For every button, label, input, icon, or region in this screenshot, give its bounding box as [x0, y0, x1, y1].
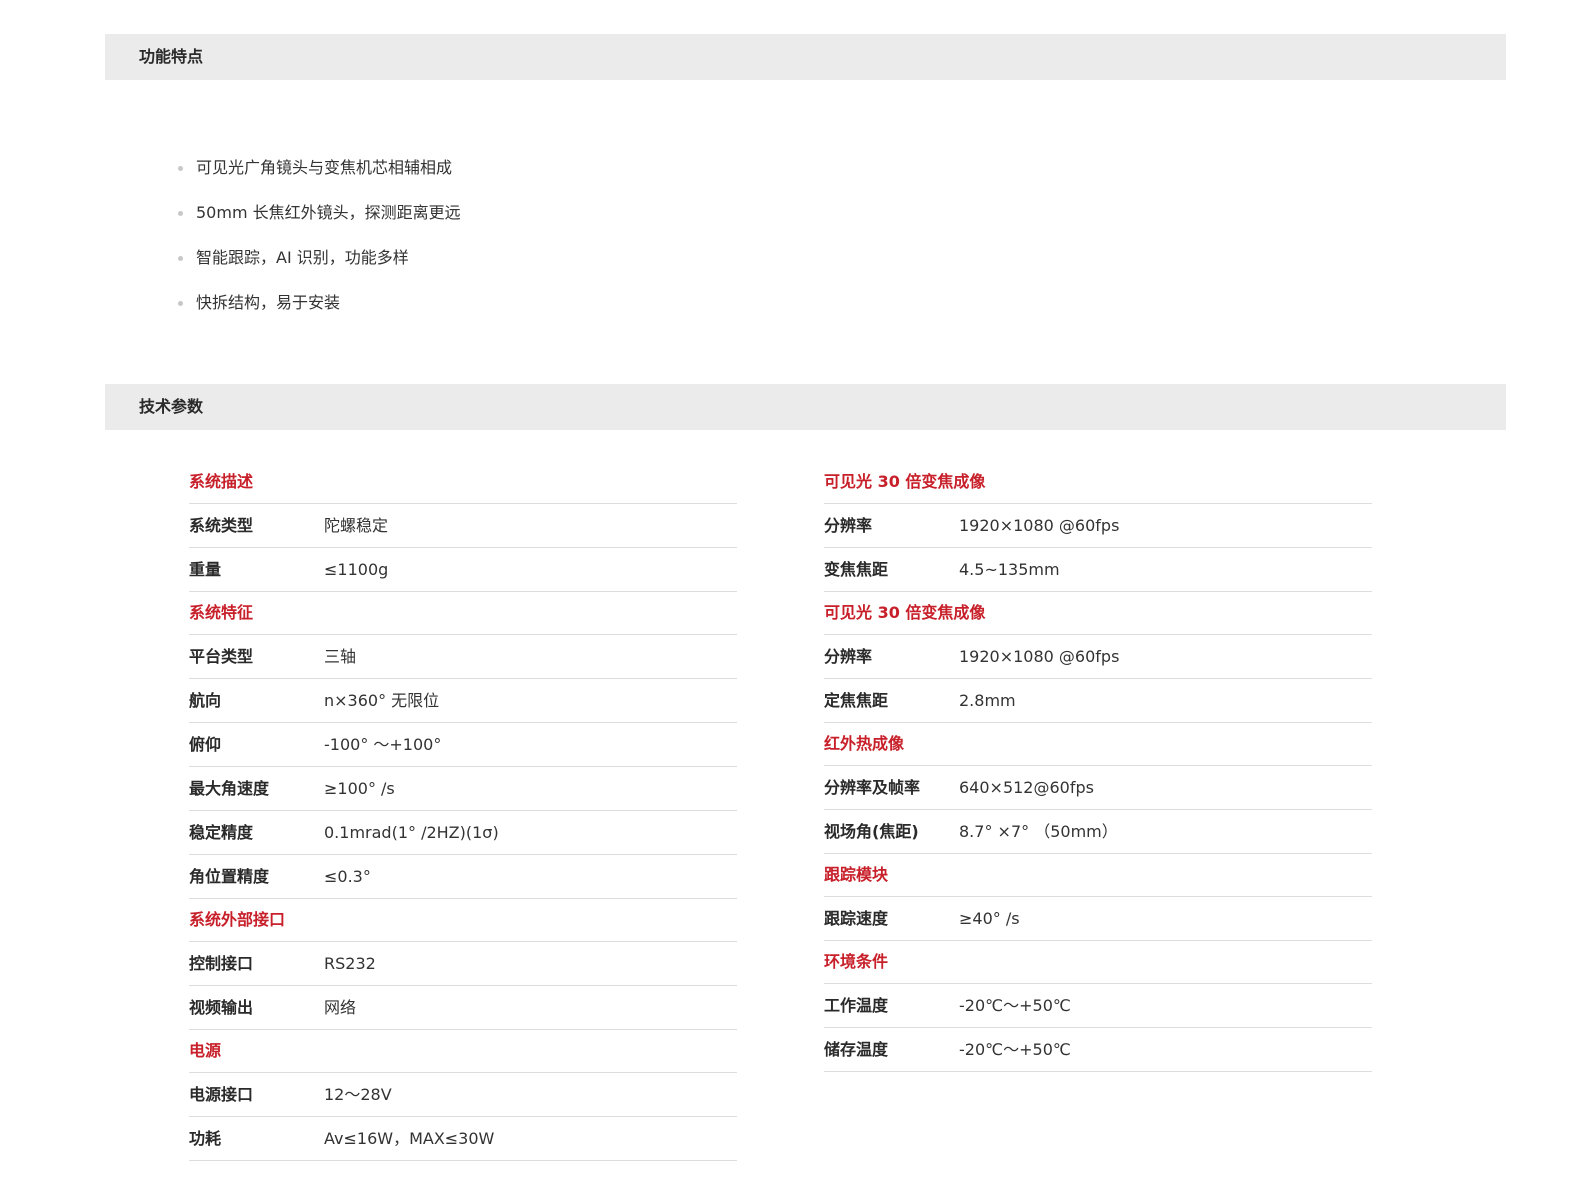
spec-row: 平台类型 三轴 [189, 635, 737, 679]
bullet-dot-icon [178, 256, 183, 261]
spec-group-title: 红外热成像 [824, 723, 1372, 766]
spec-label: 变焦焦距 [824, 560, 889, 579]
spec-label: 角位置精度 [189, 867, 270, 886]
spec-column-right: 可见光 30 倍变焦成像 分辨率 1920×1080 @60fps 变焦焦距 4.5… [824, 461, 1372, 1072]
spec-row: 跟踪速度 ≥40° /s [824, 897, 1372, 941]
features-section-title: 功能特点 [139, 47, 204, 66]
spec-group-title: 跟踪模块 [824, 854, 1372, 897]
spec-label: 工作温度 [824, 996, 889, 1015]
spec-row: 分辨率及帧率 640×512@60fps [824, 766, 1372, 810]
spec-value: 1920×1080 @60fps [959, 516, 1120, 535]
spec-label: 重量 [189, 560, 222, 579]
spec-label: 储存温度 [824, 1040, 889, 1059]
spec-row: 稳定精度 0.1mrad(1° /2HZ)(1σ) [189, 811, 737, 855]
spec-value: RS232 [324, 954, 376, 973]
spec-row: 工作温度 -20℃～+50℃ [824, 984, 1372, 1028]
spec-row: 视场角(焦距) 8.7° ×7° （50mm） [824, 810, 1372, 854]
spec-value: -100° ～+100° [324, 735, 442, 754]
spec-value: 网络 [324, 998, 357, 1017]
spec-value: 1920×1080 @60fps [959, 647, 1120, 666]
bullet-dot-icon [178, 166, 183, 171]
spec-label: 功耗 [189, 1129, 222, 1148]
specs-section-header: 技术参数 [105, 384, 1506, 430]
features-section-header: 功能特点 [105, 34, 1506, 80]
spec-row: 储存温度 -20℃～+50℃ [824, 1028, 1372, 1072]
spec-row: 角位置精度 ≤0.3° [189, 855, 737, 899]
spec-row: 分辨率 1920×1080 @60fps [824, 504, 1372, 548]
spec-label: 电源接口 [189, 1085, 254, 1104]
spec-label: 视频输出 [189, 998, 254, 1017]
spec-row: 重量 ≤1100g [189, 548, 737, 592]
spec-label: 定焦焦距 [824, 691, 889, 710]
spec-row: 电源接口 12～28V [189, 1073, 737, 1117]
spec-value: 640×512@60fps [959, 778, 1094, 797]
spec-label: 俯仰 [189, 735, 222, 754]
spec-label: 跟踪速度 [824, 909, 889, 928]
spec-label: 视场角(焦距) [824, 822, 919, 841]
spec-value: 陀螺稳定 [324, 516, 389, 535]
spec-label: 稳定精度 [189, 823, 254, 842]
spec-row: 功耗 Av≤16W，MAX≤30W [189, 1117, 737, 1161]
spec-value: 0.1mrad(1° /2HZ)(1σ) [324, 823, 499, 842]
spec-group-title: 可见光 30 倍变焦成像 [824, 592, 1372, 635]
spec-value: 2.8mm [959, 691, 1016, 710]
feature-item: 智能跟踪，AI 识别，功能多样 [176, 248, 461, 293]
spec-row: 控制接口 RS232 [189, 942, 737, 986]
spec-value: 8.7° ×7° （50mm） [959, 822, 1118, 841]
feature-text: 50mm 长焦红外镜头，探测距离更远 [196, 203, 461, 222]
spec-group-title: 系统特征 [189, 592, 737, 635]
feature-text: 可见光广角镜头与变焦机芯相辅相成 [196, 158, 453, 177]
spec-label: 分辨率及帧率 [824, 778, 921, 797]
spec-value: 12～28V [324, 1085, 392, 1104]
feature-item: 50mm 长焦红外镜头，探测距离更远 [176, 203, 461, 248]
spec-row: 系统类型 陀螺稳定 [189, 504, 737, 548]
spec-label: 平台类型 [189, 647, 254, 666]
spec-value: -20℃～+50℃ [959, 1040, 1071, 1059]
spec-label: 航向 [189, 691, 222, 710]
spec-row: 最大角速度 ≥100° /s [189, 767, 737, 811]
spec-column-left: 系统描述 系统类型 陀螺稳定 重量 ≤1100g 系统特征 平台类型 三轴 航向 n×3… [189, 461, 737, 1161]
bullet-dot-icon [178, 211, 183, 216]
spec-group-title: 系统描述 [189, 461, 737, 504]
spec-value: 三轴 [324, 647, 357, 666]
spec-label: 分辨率 [824, 516, 873, 535]
spec-value: -20℃～+50℃ [959, 996, 1071, 1015]
spec-value: ≤1100g [324, 560, 389, 579]
feature-item: 快拆结构，易于安装 [176, 293, 461, 338]
product-detail-page: 功能特点 可见光广角镜头与变焦机芯相辅相成 50mm 长焦红外镜头，探测距离更远… [0, 0, 1596, 1200]
spec-value: 4.5~135mm [959, 560, 1060, 579]
spec-value: ≥40° /s [959, 909, 1020, 928]
spec-label: 控制接口 [189, 954, 254, 973]
spec-row: 分辨率 1920×1080 @60fps [824, 635, 1372, 679]
spec-label: 最大角速度 [189, 779, 270, 798]
feature-text: 智能跟踪，AI 识别，功能多样 [196, 248, 409, 267]
spec-group-title: 可见光 30 倍变焦成像 [824, 461, 1372, 504]
spec-row: 视频输出 网络 [189, 986, 737, 1030]
bullet-dot-icon [178, 301, 183, 306]
spec-value: n×360° 无限位 [324, 691, 440, 710]
specs-section-title: 技术参数 [139, 397, 204, 416]
spec-value: ≤0.3° [324, 867, 371, 886]
feature-text: 快拆结构，易于安装 [196, 293, 341, 312]
spec-row: 俯仰 -100° ～+100° [189, 723, 737, 767]
spec-row: 定焦焦距 2.8mm [824, 679, 1372, 723]
spec-group-title: 电源 [189, 1030, 737, 1073]
spec-group-title: 环境条件 [824, 941, 1372, 984]
spec-row: 变焦焦距 4.5~135mm [824, 548, 1372, 592]
spec-value: Av≤16W，MAX≤30W [324, 1129, 495, 1148]
feature-list: 可见光广角镜头与变焦机芯相辅相成 50mm 长焦红外镜头，探测距离更远 智能跟踪… [176, 158, 461, 338]
spec-row: 航向 n×360° 无限位 [189, 679, 737, 723]
spec-label: 系统类型 [189, 516, 254, 535]
feature-item: 可见光广角镜头与变焦机芯相辅相成 [176, 158, 461, 203]
spec-group-title: 系统外部接口 [189, 899, 737, 942]
spec-value: ≥100° /s [324, 779, 395, 798]
spec-label: 分辨率 [824, 647, 873, 666]
